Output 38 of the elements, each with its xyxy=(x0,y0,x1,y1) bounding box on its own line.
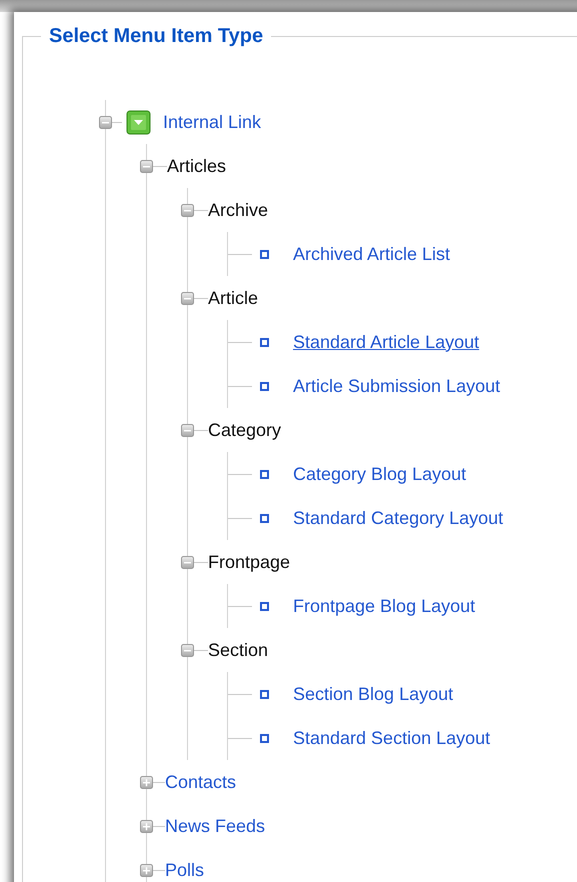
square-bullet-icon xyxy=(260,734,269,742)
menu-item-link[interactable]: Section Blog Layout xyxy=(293,684,454,704)
menu-item-link[interactable]: Frontpage Blog Layout xyxy=(293,596,476,616)
tree-toggle[interactable] xyxy=(140,776,153,788)
tree-toggle[interactable] xyxy=(181,292,194,304)
tree-toggle[interactable] xyxy=(181,644,194,656)
square-bullet-icon xyxy=(260,382,269,390)
menu-item-link[interactable]: Standard Article Layout xyxy=(293,332,480,352)
menu-type-link[interactable]: Internal Link xyxy=(163,112,262,132)
tree-node-label: Article xyxy=(208,288,258,308)
tree-toggle[interactable] xyxy=(181,424,194,436)
menu-item-link[interactable]: Standard Section Layout xyxy=(293,728,490,748)
square-bullet-icon xyxy=(260,470,269,478)
square-bullet-icon xyxy=(260,690,269,698)
tree-toggle[interactable] xyxy=(140,820,153,832)
tree-toggle[interactable] xyxy=(181,556,194,568)
tree-toggle[interactable] xyxy=(140,160,153,172)
tree-toggle[interactable] xyxy=(181,204,194,216)
square-bullet-icon xyxy=(260,602,269,610)
menu-item-link[interactable]: Category Blog Layout xyxy=(293,464,466,484)
menu-item-link[interactable]: Article Submission Layout xyxy=(293,376,500,396)
square-bullet-icon xyxy=(260,514,269,522)
tree-node-link[interactable]: Contacts xyxy=(165,772,236,792)
tree-node-link[interactable]: Polls xyxy=(165,860,204,880)
tree-toggle[interactable] xyxy=(140,864,153,876)
tree-node-label: Archive xyxy=(208,200,268,220)
square-bullet-icon xyxy=(260,250,269,258)
tree-node-link[interactable]: News Feeds xyxy=(165,816,266,836)
tree-node-label: Frontpage xyxy=(208,552,290,572)
menu-item-link[interactable]: Archived Article List xyxy=(293,244,450,264)
tree-node-label: Articles xyxy=(167,156,226,176)
menu-item-link[interactable]: Standard Category Layout xyxy=(293,508,504,528)
tree-node-label: Section xyxy=(208,640,268,660)
fieldset-title: Select Menu Item Type xyxy=(48,25,264,48)
square-bullet-icon xyxy=(260,338,269,346)
tree-toggle[interactable] xyxy=(99,116,112,128)
tree-node-label: Category xyxy=(208,420,282,440)
arrow-down-icon[interactable] xyxy=(126,110,151,134)
